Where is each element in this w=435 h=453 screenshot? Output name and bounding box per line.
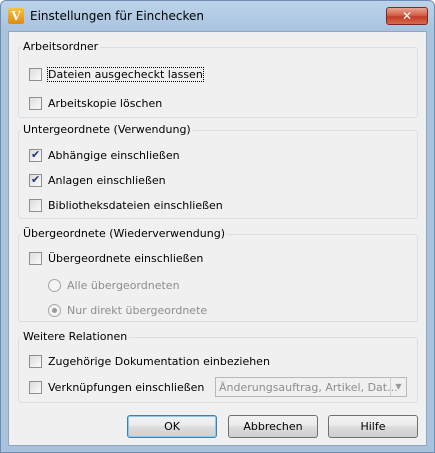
dialog-content: Arbeitsordner Dateien ausgecheckt lassen… — [8, 31, 427, 446]
group-label-untergeordnete: Untergeordnete (Verwendung) — [21, 123, 193, 136]
option-zugehoerige-dokumentation[interactable]: Zugehörige Dokumentation einbeziehen — [29, 354, 270, 368]
dialog-window: V Einstellungen für Einchecken ✕ Arbeits… — [0, 0, 435, 453]
option-label: Anlagen einschließen — [48, 173, 166, 187]
option-verknuepfungen-einschliessen[interactable]: Verknüpfungen einschließen — [29, 380, 204, 394]
option-label: Zugehörige Dokumentation einbeziehen — [48, 354, 270, 368]
option-label: Verknüpfungen einschließen — [48, 380, 205, 394]
title-bar[interactable]: V Einstellungen für Einchecken ✕ — [1, 1, 434, 31]
radio-label: Alle übergeordneten — [67, 278, 180, 292]
close-button[interactable]: ✕ — [386, 7, 428, 25]
group-label-uebergeordnete: Übergeordnete (Wiederverwendung) — [21, 227, 227, 240]
option-label: Dateien ausgecheckt lassen — [47, 66, 204, 82]
option-anlagen-einschliessen[interactable]: Anlagen einschließen — [29, 173, 166, 187]
radio-alle-uebergeordneten[interactable] — [48, 278, 61, 292]
checkbox-abhaengige-einschliessen[interactable] — [29, 148, 42, 162]
dialog-title: Einstellungen für Einchecken — [30, 9, 204, 23]
group-uebergeordnete: Übergeordnete (Wiederverwendung) Übergeo… — [18, 227, 418, 322]
option-arbeitskopie-loeschen[interactable]: Arbeitskopie löschen — [29, 96, 162, 110]
group-untergeordnete: Untergeordnete (Verwendung) Abhängige ei… — [18, 123, 418, 219]
option-abhaengige-einschliessen[interactable]: Abhängige einschließen — [29, 148, 180, 162]
group-arbeitsordner: Arbeitsordner Dateien ausgecheckt lassen… — [18, 40, 418, 118]
help-button[interactable]: Hilfe — [328, 415, 418, 438]
ok-button[interactable]: OK — [127, 415, 217, 438]
option-label: Übergeordnete einschließen — [48, 251, 204, 265]
option-label: Arbeitskopie löschen — [48, 96, 163, 110]
radio-nur-direkt-uebergeordnete[interactable] — [48, 303, 61, 317]
close-icon: ✕ — [401, 9, 413, 23]
app-logo-icon: V — [8, 8, 24, 24]
radio-option-nur-direkt-uebergeordnete[interactable]: Nur direkt übergeordnete — [48, 303, 207, 317]
option-label: Abhängige einschließen — [48, 148, 180, 162]
dropdown-value: Änderungsauftrag, Artikel, Dat... — [219, 380, 398, 394]
option-bibliotheksdateien-einschliessen[interactable]: Bibliotheksdateien einschließen — [29, 198, 223, 212]
option-uebergeordnete-einschliessen[interactable]: Übergeordnete einschließen — [29, 251, 203, 265]
relations-type-dropdown[interactable]: Änderungsauftrag, Artikel, Dat... ▼ — [215, 377, 407, 397]
group-label-weitere-relationen: Weitere Relationen — [21, 330, 130, 343]
cancel-button[interactable]: Abbrechen — [228, 415, 318, 438]
checkbox-arbeitskopie-loeschen[interactable] — [29, 96, 42, 110]
checkbox-uebergeordnete-einschliessen[interactable] — [29, 251, 42, 265]
option-label: Bibliotheksdateien einschließen — [48, 198, 223, 212]
group-label-arbeitsordner: Arbeitsordner — [21, 40, 101, 53]
option-dateien-ausgecheckt-lassen[interactable]: Dateien ausgecheckt lassen — [29, 66, 204, 82]
radio-label: Nur direkt übergeordnete — [67, 303, 208, 317]
checkbox-bibliotheksdateien-einschliessen[interactable] — [29, 198, 42, 212]
checkbox-anlagen-einschliessen[interactable] — [29, 173, 42, 187]
checkbox-zugehoerige-dokumentation[interactable] — [29, 354, 42, 368]
checkbox-verknuepfungen-einschliessen[interactable] — [29, 380, 42, 394]
radio-option-alle-uebergeordneten[interactable]: Alle übergeordneten — [48, 278, 180, 292]
chevron-down-icon[interactable]: ▼ — [390, 378, 406, 396]
checkbox-dateien-ausgecheckt-lassen[interactable] — [29, 67, 42, 81]
